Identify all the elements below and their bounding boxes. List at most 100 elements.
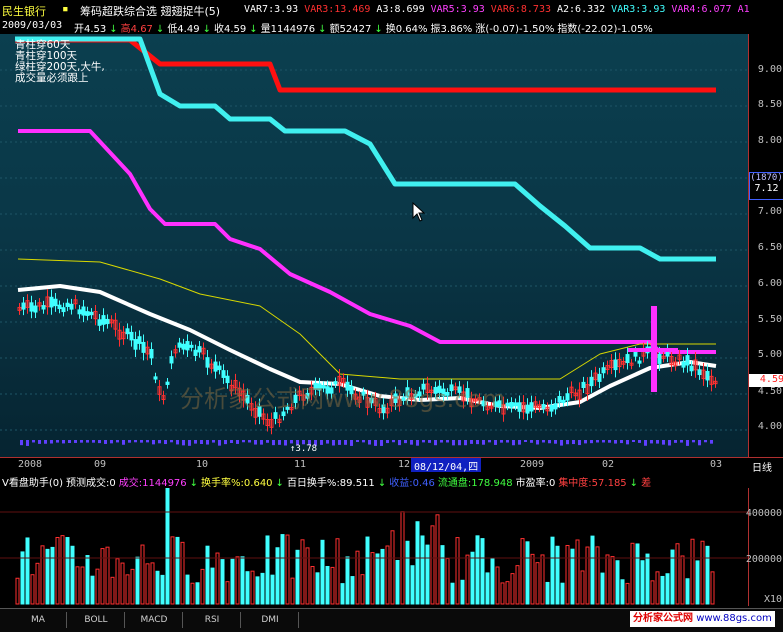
price-axis: 9.008.508.007.507.006.506.005.505.004.50…: [748, 34, 783, 457]
bottom-tick: [254, 440, 257, 445]
candle-body: [705, 370, 710, 381]
candle-body: [657, 353, 662, 364]
bottom-tick: [278, 440, 281, 445]
candle-body: [181, 343, 186, 350]
indicator-value: A1: [737, 4, 750, 15]
stock-name[interactable]: 民生银行: [2, 3, 46, 19]
tab-rsi[interactable]: RSI: [184, 612, 241, 628]
candle-body: [549, 404, 554, 412]
candle-body: [637, 360, 642, 364]
bottom-tick: [692, 440, 695, 443]
tab-ma[interactable]: MA: [10, 612, 67, 628]
candle-body: [21, 302, 26, 310]
volume-bar: [510, 573, 515, 605]
bottom-tick: [488, 440, 491, 443]
candle-body: [149, 349, 154, 359]
volume-bar: [290, 577, 295, 605]
candle-body: [513, 402, 518, 407]
volume-bar: [630, 542, 635, 605]
volume-bar: [70, 545, 75, 605]
candle-body: [197, 346, 202, 353]
candle-body: [57, 304, 62, 310]
price-axis-label: 6.50: [757, 242, 782, 253]
formula-name[interactable]: 筹码超跌综合选 翅翅捉牛(5): [80, 3, 220, 19]
bottom-tick: [32, 440, 35, 443]
candle-body: [601, 367, 606, 374]
bottom-tick: [80, 440, 83, 443]
candle-body: [517, 402, 522, 412]
candle-body: [129, 331, 134, 341]
volume-bar: [220, 559, 225, 605]
bottom-tick: [440, 440, 443, 443]
volume-bar: [270, 574, 275, 605]
volume-bar: [80, 566, 85, 605]
volume-bar: [250, 570, 255, 605]
bottom-tick: [134, 440, 137, 443]
footer-brand[interactable]: 分析家公式网 www.88gs.com: [630, 611, 775, 627]
candle-body: [697, 369, 702, 376]
volume-bar: [705, 545, 710, 605]
candle-body: [581, 381, 586, 388]
watermark: 分析家公式网www.88gs.com: [180, 385, 506, 413]
volume-bar: [570, 548, 575, 605]
volume-bar: [640, 560, 645, 605]
ohlc-info-bar: 2009/03/03 开4.53 ↓ 高4.67 ↓ 低4.49 ↓ 收4.59 ↓ 量1144…: [0, 20, 783, 35]
title-bar: 民生银行 ▪ 筹码超跌综合选 翅翅捉牛(5) VAR7:3.93 VAR3:13.…: [0, 0, 783, 20]
hover-price-box: (1870) 7.12: [749, 172, 783, 200]
bottom-tick: [560, 440, 563, 446]
bottom-tick: [158, 440, 161, 444]
candle-body: [89, 311, 94, 316]
date-axis-label: 03: [710, 459, 723, 470]
candle-body: [53, 298, 58, 307]
volume-bar: [505, 581, 510, 605]
volume-bar: [515, 565, 520, 605]
volume-bar: [495, 566, 500, 605]
volume-bar: [405, 540, 410, 605]
bottom-tick: [446, 440, 449, 443]
volume-bar: [695, 560, 700, 605]
volume-bar: [60, 535, 65, 605]
volume-bar: [500, 582, 505, 605]
date-axis-label: 11: [294, 459, 307, 470]
bottom-tick: [194, 440, 197, 444]
volume-bar: [140, 544, 145, 605]
mouse-pointer-icon: [412, 202, 426, 222]
volume-bar: [425, 544, 430, 605]
volume-bar: [370, 552, 375, 605]
volume-chart[interactable]: [0, 488, 748, 606]
volume-bar: [610, 556, 615, 605]
bottom-tick: [104, 440, 107, 444]
bottom-tick: [44, 440, 47, 444]
bottom-tick: [74, 440, 77, 443]
hover-price: 7.12: [754, 183, 779, 194]
volume-bar: [620, 579, 625, 605]
volume-bar: [450, 582, 455, 605]
candle-body: [41, 305, 46, 310]
volume-bar: [395, 559, 400, 605]
price-chart[interactable]: 青柱穿60天 青柱穿100天 绿柱穿200天,大牛, 成交量必须跟上 分析家公式…: [0, 34, 748, 457]
bottom-tick: [410, 440, 413, 445]
volume-bar: [160, 574, 165, 605]
volume-bar: [260, 572, 265, 605]
candle-body: [189, 344, 194, 348]
indicator-value: VAR3:13.469: [304, 4, 371, 15]
tab-macd[interactable]: MACD: [126, 612, 183, 628]
volume-bar: [15, 577, 20, 605]
volume-bar: [95, 568, 100, 605]
candle-body: [205, 357, 210, 368]
tab-dmi[interactable]: DMI: [242, 612, 299, 628]
volume-bar: [560, 582, 565, 605]
volume-chart-canvas[interactable]: [0, 488, 748, 606]
date-axis: 2008 09 10 11 12 2009 02 03 08/12/04,四 日线: [0, 457, 783, 474]
bottom-tick: [512, 440, 515, 446]
annotation-line: 成交量必须跟上: [15, 72, 89, 84]
tab-boll[interactable]: BOLL: [68, 612, 125, 628]
candle-body: [217, 365, 222, 371]
volume-bar: [365, 536, 370, 605]
volume-bar: [195, 582, 200, 605]
volume-axis-label: 200000: [745, 554, 782, 565]
bottom-tick: [92, 440, 95, 443]
price-axis-label: 8.00: [757, 135, 782, 146]
bottom-tick: [50, 440, 53, 444]
volume-indicator-header: V看盘助手(0) 预测成交:0 成交:1144976 ↓ 换手率%:0.640 ↓ 百日换手…: [0, 472, 783, 489]
